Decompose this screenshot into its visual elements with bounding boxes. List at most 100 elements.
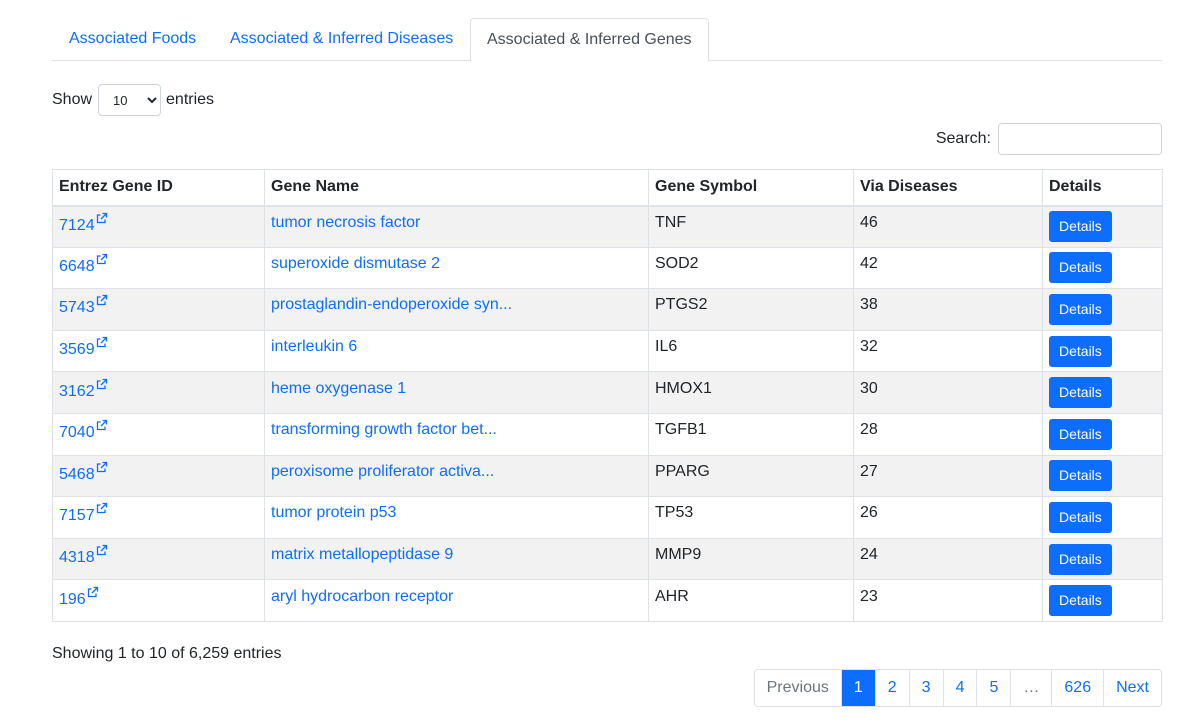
details-button[interactable]: Details xyxy=(1049,211,1112,243)
genes-tab-page: Associated Foods Associated & Inferred D… xyxy=(0,0,1204,724)
cell-gene-name: transforming growth factor bet... xyxy=(264,412,649,456)
cell-details: Details xyxy=(1042,329,1163,373)
entrez-gene-link[interactable]: 3569 xyxy=(59,341,95,358)
entrez-gene-link[interactable]: 7040 xyxy=(59,424,95,441)
pagination-page-last[interactable]: 626 xyxy=(1051,670,1103,706)
entries-per-page-select[interactable]: 10 xyxy=(98,84,162,116)
details-button[interactable]: Details xyxy=(1049,501,1112,533)
table-info: Showing 1 to 10 of 6,259 entries xyxy=(52,645,282,662)
gene-symbol: TGFB1 xyxy=(655,421,707,439)
external-link-icon[interactable] xyxy=(96,211,108,223)
cell-via-diseases: 27 xyxy=(853,454,1043,498)
external-link-icon[interactable] xyxy=(87,585,99,597)
cell-gene-symbol: TNF xyxy=(648,205,854,248)
cell-details: Details xyxy=(1042,454,1163,498)
entrez-gene-link[interactable]: 6648 xyxy=(59,258,95,275)
cell-via-diseases: 32 xyxy=(853,329,1043,373)
details-button[interactable]: Details xyxy=(1049,460,1112,492)
search-input[interactable] xyxy=(998,123,1162,155)
gene-name-link[interactable]: heme oxygenase 1 xyxy=(271,380,406,397)
cell-details: Details xyxy=(1042,579,1163,622)
cell-gene-name: aryl hydrocarbon receptor xyxy=(264,579,649,622)
via-diseases-count: 24 xyxy=(860,546,878,564)
cell-details: Details xyxy=(1042,371,1163,414)
gene-name-link[interactable]: aryl hydrocarbon receptor xyxy=(271,588,453,605)
cell-gene-symbol: IL6 xyxy=(648,329,854,373)
gene-name-link[interactable]: prostaglandin-endoperoxide syn... xyxy=(271,296,512,313)
column-header-gene-symbol[interactable]: Gene Symbol xyxy=(648,169,854,207)
pagination-page-3[interactable]: 3 xyxy=(908,670,943,706)
gene-name-link[interactable]: superoxide dismutase 2 xyxy=(271,255,440,272)
pagination-page-2[interactable]: 2 xyxy=(874,670,909,706)
entrez-gene-link[interactable]: 7157 xyxy=(59,507,95,524)
cell-via-diseases: 46 xyxy=(853,205,1043,248)
gene-name-link[interactable]: tumor necrosis factor xyxy=(271,214,420,231)
tab-associated-inferred-diseases[interactable]: Associated & Inferred Diseases xyxy=(230,18,453,61)
cell-gene-symbol: AHR xyxy=(648,579,854,622)
length-suffix-label: entries xyxy=(166,91,215,108)
column-header-via-diseases[interactable]: Via Diseases xyxy=(853,169,1043,207)
cell-gene-name: peroxisome proliferator activa... xyxy=(264,454,649,498)
gene-symbol: SOD2 xyxy=(655,254,699,272)
external-link-icon[interactable] xyxy=(96,335,108,348)
entrez-gene-link[interactable]: 3162 xyxy=(59,383,95,400)
gene-name-link[interactable]: transforming growth factor bet... xyxy=(271,421,497,438)
entrez-gene-link[interactable]: 5468 xyxy=(59,466,95,483)
via-diseases-count: 28 xyxy=(860,421,878,439)
entrez-gene-link[interactable]: 4318 xyxy=(59,549,95,566)
search-control: Search: xyxy=(936,123,1162,155)
external-link-icon[interactable] xyxy=(96,252,108,265)
cell-via-diseases: 28 xyxy=(853,412,1043,456)
details-button[interactable]: Details xyxy=(1049,335,1112,367)
details-button[interactable]: Details xyxy=(1049,418,1112,450)
details-button[interactable]: Details xyxy=(1049,293,1112,325)
external-link-icon[interactable] xyxy=(96,418,108,431)
cell-entrez-gene-id: 7124 xyxy=(52,205,265,248)
cell-gene-symbol: SOD2 xyxy=(648,246,854,290)
cell-gene-name: tumor protein p53 xyxy=(264,496,649,539)
entrez-gene-link[interactable]: 7124 xyxy=(59,217,95,234)
details-button[interactable]: Details xyxy=(1049,377,1112,409)
column-header-gene-name[interactable]: Gene Name xyxy=(264,169,649,207)
external-link-icon[interactable] xyxy=(96,543,108,556)
tab-associated-foods[interactable]: Associated Foods xyxy=(69,18,196,61)
entrez-gene-link[interactable]: 196 xyxy=(59,591,86,608)
via-diseases-count: 32 xyxy=(860,338,878,356)
gene-name-link[interactable]: peroxisome proliferator activa... xyxy=(271,463,494,480)
gene-name-link[interactable]: matrix metallopeptidase 9 xyxy=(271,546,453,563)
pagination-page-4[interactable]: 4 xyxy=(942,670,977,706)
pagination-next[interactable]: Next xyxy=(1103,670,1161,706)
cell-via-diseases: 38 xyxy=(853,288,1043,331)
cell-entrez-gene-id: 7157 xyxy=(52,496,265,539)
via-diseases-count: 23 xyxy=(860,587,878,605)
tab-associated-inferred-genes[interactable]: Associated & Inferred Genes xyxy=(470,18,709,62)
details-button[interactable]: Details xyxy=(1049,585,1112,617)
details-button[interactable]: Details xyxy=(1049,543,1112,575)
table-row: 4318 matrix metallopeptidase 9 MMP9 24 Detai… xyxy=(52,537,1163,581)
table-header-row: Entrez Gene ID Gene Name Gene Symbol Via… xyxy=(52,169,1163,207)
cell-entrez-gene-id: 3569 xyxy=(52,329,265,373)
cell-entrez-gene-id: 3162 xyxy=(52,371,265,414)
external-link-icon[interactable] xyxy=(96,460,108,473)
pagination-page-5[interactable]: 5 xyxy=(976,670,1010,706)
via-diseases-count: 30 xyxy=(860,379,878,397)
cell-via-diseases: 42 xyxy=(853,246,1043,290)
pagination-page-1[interactable]: 1 xyxy=(840,670,875,706)
length-control: Show 10 entries xyxy=(52,84,214,116)
external-link-icon[interactable] xyxy=(96,293,108,306)
table-row: 7157 tumor protein p53 TP53 26 Details xyxy=(52,496,1163,539)
column-header-entrez-gene-id[interactable]: Entrez Gene ID xyxy=(52,169,265,207)
gene-name-link[interactable]: tumor protein p53 xyxy=(271,504,396,521)
details-button[interactable]: Details xyxy=(1049,252,1112,284)
pagination-previous[interactable]: Previous xyxy=(755,670,841,706)
via-diseases-count: 27 xyxy=(860,462,878,480)
external-link-icon[interactable] xyxy=(96,501,108,514)
via-diseases-count: 46 xyxy=(860,213,878,231)
entrez-gene-link[interactable]: 5743 xyxy=(59,299,95,316)
table-row: 7124 tumor necrosis factor TNF 46 Details xyxy=(52,205,1163,248)
external-link-icon[interactable] xyxy=(96,377,108,389)
tab-bar: Associated Foods Associated & Inferred D… xyxy=(52,18,1162,62)
via-diseases-count: 38 xyxy=(860,296,878,314)
cell-gene-name: superoxide dismutase 2 xyxy=(264,246,649,290)
gene-name-link[interactable]: interleukin 6 xyxy=(271,338,357,355)
